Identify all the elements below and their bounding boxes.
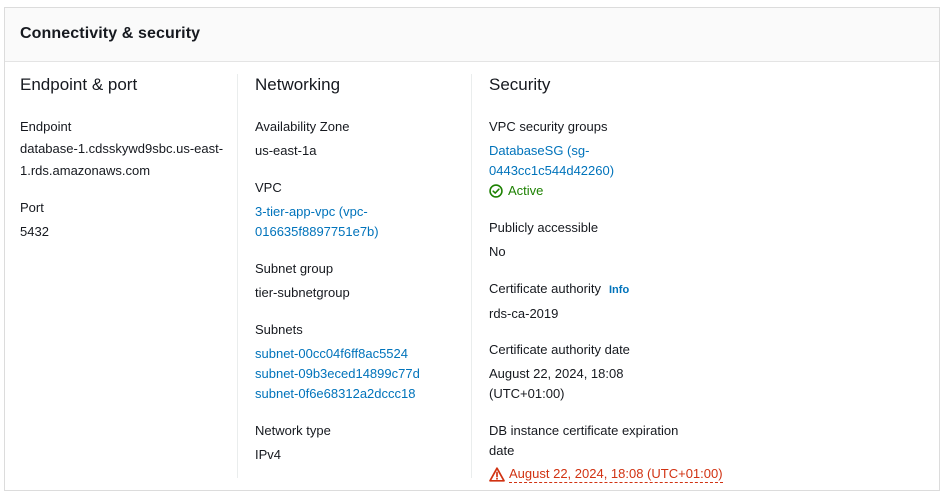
certificate-expiration-warning: August 22, 2024, 18:08 (UTC+01:00) xyxy=(489,466,723,483)
subnet-link[interactable]: subnet-09b3eced14899c77d xyxy=(255,364,420,384)
check-circle-icon xyxy=(489,184,503,198)
publicly-accessible-label: Publicly accessible xyxy=(489,220,599,235)
security-groups-field: VPC security groups DatabaseSG (sg- 0443… xyxy=(489,117,614,201)
column-divider xyxy=(471,74,472,478)
availability-zone-label: Availability Zone xyxy=(255,119,350,134)
certificate-expiration-label-line: DB instance certificate expiration xyxy=(489,423,679,438)
certificate-authority-value: rds-ca-2019 xyxy=(489,306,559,321)
security-group-status: Active xyxy=(489,181,614,201)
endpoint-value-line: 1.rds.amazonaws.com xyxy=(20,163,151,178)
security-groups-label: VPC security groups xyxy=(489,119,608,134)
availability-zone-field: Availability Zone us-east-1a xyxy=(255,117,349,161)
certificate-authority-date-value: August 22, 2024, 18:08 (UTC+01:00) xyxy=(489,364,630,404)
endpoint-port-heading: Endpoint & port xyxy=(20,75,138,94)
subnets-label: Subnets xyxy=(255,322,303,337)
security-heading: Security xyxy=(489,75,551,94)
networking-heading: Networking xyxy=(255,75,341,94)
subnet-group-value: tier-subnetgroup xyxy=(255,285,350,300)
connectivity-security-panel: Connectivity & security Endpoint & port … xyxy=(4,7,940,491)
info-link[interactable]: Info xyxy=(609,284,629,296)
warning-icon xyxy=(489,467,505,482)
publicly-accessible-value: No xyxy=(489,244,506,259)
security-group-link-line[interactable]: 0443cc1c544d42260) xyxy=(489,161,614,181)
subnet-group-label: Subnet group xyxy=(255,261,334,276)
status-active-text: Active xyxy=(508,183,544,198)
availability-zone-value: us-east-1a xyxy=(255,143,317,158)
vpc-link[interactable]: 3-tier-app-vpc (vpc- 016635f8897751e7b) xyxy=(255,202,379,242)
certificate-expiration-value[interactable]: August 22, 2024, 18:08 (UTC+01:00) xyxy=(509,466,723,483)
port-value: 5432 xyxy=(20,224,49,239)
network-type-value: IPv4 xyxy=(255,447,282,462)
endpoint-value-line: database-1.cdsskywd9sbc.us-east- xyxy=(20,141,224,156)
publicly-accessible-field: Publicly accessible No xyxy=(489,218,598,262)
network-type-field: Network type IPv4 xyxy=(255,421,331,465)
certificate-authority-label: Certificate authority xyxy=(489,281,601,296)
vpc-link-line[interactable]: 3-tier-app-vpc (vpc- xyxy=(255,202,379,222)
certificate-authority-date-label: Certificate authority date xyxy=(489,342,630,357)
certificate-authority-label-row: Certificate authority Info xyxy=(489,279,629,300)
subnet-link[interactable]: subnet-00cc04f6ff8ac5524 xyxy=(255,344,420,364)
vpc-field: VPC 3-tier-app-vpc (vpc- 016635f8897751e… xyxy=(255,178,379,242)
subnets-field: Subnets subnet-00cc04f6ff8ac5524 subnet-… xyxy=(255,320,420,404)
endpoint-field: Endpoint database-1.cdsskywd9sbc.us-east… xyxy=(20,117,223,182)
endpoint-value: database-1.cdsskywd9sbc.us-east- 1.rds.a… xyxy=(20,138,223,182)
endpoint-label: Endpoint xyxy=(20,119,72,134)
panel-title: Connectivity & security xyxy=(20,25,201,42)
subnet-group-field: Subnet group tier-subnetgroup xyxy=(255,259,350,303)
certificate-authority-date-line: August 22, 2024, 18:08 xyxy=(489,366,624,381)
panel-header: Connectivity & security xyxy=(5,8,939,62)
certificate-expiration-field: DB instance certificate expiration date … xyxy=(489,421,723,483)
certificate-authority-date-field: Certificate authority date August 22, 20… xyxy=(489,340,630,404)
subnet-link[interactable]: subnet-0f6e68312a2dccc18 xyxy=(255,384,420,404)
certificate-expiration-label: DB instance certificate expiration date xyxy=(489,421,723,461)
column-divider xyxy=(237,74,238,478)
certificate-expiration-label-line: date xyxy=(489,443,515,458)
certificate-authority-field: Certificate authority Info rds-ca-2019 xyxy=(489,279,629,324)
port-label: Port xyxy=(20,200,44,215)
network-type-label: Network type xyxy=(255,423,331,438)
vpc-link-line[interactable]: 016635f8897751e7b) xyxy=(255,222,379,242)
port-field: Port 5432 xyxy=(20,198,49,242)
security-group-link[interactable]: DatabaseSG (sg- 0443cc1c544d42260) xyxy=(489,141,614,181)
vpc-label: VPC xyxy=(255,180,282,195)
subnets-list: subnet-00cc04f6ff8ac5524 subnet-09b3eced… xyxy=(255,344,420,404)
certificate-authority-date-line: (UTC+01:00) xyxy=(489,386,565,401)
security-group-link-line[interactable]: DatabaseSG (sg- xyxy=(489,141,614,161)
